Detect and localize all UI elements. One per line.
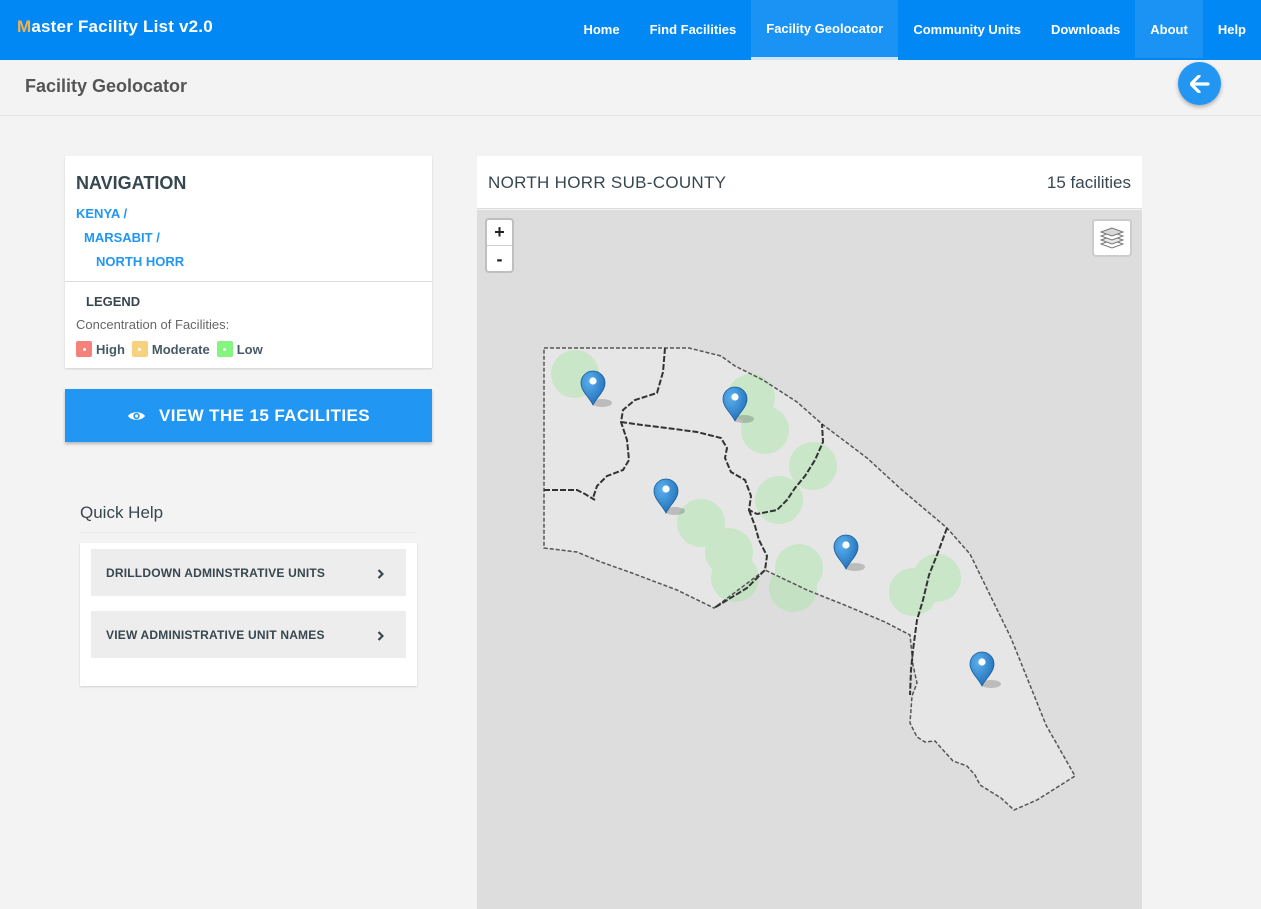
legend-swatch-low [216,341,233,357]
legend-label-low: Low [236,341,263,357]
navigation-heading: NAVIGATION [76,173,187,193]
chevron-right-icon [377,569,384,579]
map-title: NORTH HORR SUB-COUNTY [488,173,727,192]
layers-button[interactable] [1092,219,1132,257]
legend-label-high: High [96,341,125,357]
legend-swatch-high [76,341,92,357]
legend-swatch-moderate [131,341,148,357]
sub-county-map[interactable] [477,210,1142,909]
brand-title[interactable]: Master Facility List v2.0 [17,17,213,37]
legend-title: LEGEND [86,294,141,309]
nav-downloads[interactable]: Downloads [1036,0,1135,59]
help-unit-names-label: VIEW ADMINISTRATIVE UNIT NAMES [106,627,325,642]
brand-first-letter: M [17,17,32,36]
main-nav: Home Find Facilities Facility Geolocator… [568,0,1261,60]
page-header: Facility Geolocator [0,60,1261,116]
zoom-in-button[interactable]: + [487,220,512,246]
legend-subtitle: Concentration of Facilities: [76,317,230,332]
facility-count: 15 facilities [1046,173,1131,192]
arrow-left-icon [1189,74,1210,93]
brand-rest: aster Facility List v2.0 [31,17,213,36]
nav-about[interactable]: About [1135,0,1203,58]
help-drilldown-label: DRILLDOWN ADMINSTRATIVE UNITS [106,565,326,580]
help-drilldown-item[interactable]: DRILLDOWN ADMINSTRATIVE UNITS [91,549,406,596]
quick-help-card: DRILLDOWN ADMINSTRATIVE UNITS VIEW ADMIN… [80,543,417,686]
breadcrumb-north-horr[interactable]: NORTH HORR [96,254,184,269]
chevron-right-icon [377,631,384,641]
nav-home[interactable]: Home [568,0,634,59]
nav-community-units[interactable]: Community Units [898,0,1036,59]
view-facilities-button[interactable]: VIEW THE 15 FACILITIES [65,389,432,442]
map-view[interactable]: + - [477,210,1142,909]
breadcrumb-marsabit[interactable]: MARSABIT / [84,230,160,245]
layers-icon [1099,227,1125,249]
divider [80,532,417,533]
navigation-card: NAVIGATION KENYA / MARSABIT / NORTH HORR… [65,156,432,368]
map-header: NORTH HORR SUB-COUNTY 15 facilities [477,156,1142,209]
view-facilities-label: VIEW THE 15 FACILITIES [159,405,370,425]
legend-label-moderate: Moderate [151,341,210,357]
page-title: Facility Geolocator [25,76,188,96]
help-unit-names-item[interactable]: VIEW ADMINISTRATIVE UNIT NAMES [91,611,406,658]
quick-help-title: Quick Help [80,503,164,522]
breadcrumb-kenya[interactable]: KENYA / [76,206,127,221]
legend-items: High Moderate Low [76,341,270,357]
back-button[interactable] [1178,62,1221,105]
zoom-control: + - [485,218,514,273]
divider [65,281,432,282]
eye-icon [128,411,146,420]
nav-facility-geolocator[interactable]: Facility Geolocator [751,0,899,60]
zoom-out-button[interactable]: - [487,246,512,271]
nav-find-facilities[interactable]: Find Facilities [635,0,752,59]
top-navbar: Master Facility List v2.0 Home Find Faci… [0,0,1261,60]
nav-help[interactable]: Help [1203,0,1261,59]
